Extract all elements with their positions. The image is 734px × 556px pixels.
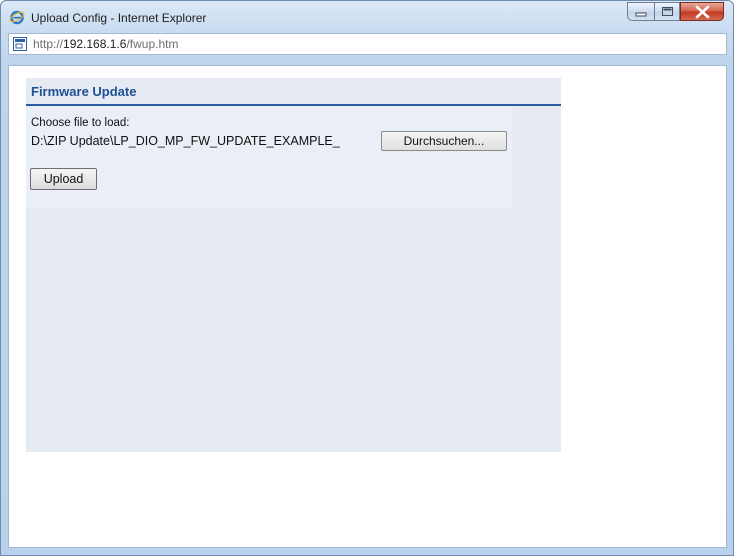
firmware-update-panel: Firmware Update Choose file to load: D:\… — [26, 78, 561, 452]
browser-window: Upload Config - Internet Explorer http:/… — [0, 0, 734, 556]
page-content: Firmware Update Choose file to load: D:\… — [8, 65, 727, 548]
url-text: http://192.168.1.6/fwup.htm — [33, 37, 178, 51]
close-icon — [695, 5, 710, 19]
url-path: /fwup.htm — [126, 37, 179, 51]
minimize-icon — [635, 12, 647, 17]
file-path-field[interactable]: D:\ZIP Update\LP_DIO_MP_FW_UPDATE_EXAMPL… — [30, 131, 381, 151]
upload-form: Choose file to load: D:\ZIP Update\LP_DI… — [26, 106, 513, 208]
maximize-button[interactable] — [654, 2, 680, 21]
window-title: Upload Config - Internet Explorer — [31, 11, 207, 25]
upload-button[interactable]: Upload — [30, 168, 97, 190]
browse-button[interactable]: Durchsuchen... — [381, 131, 507, 151]
page-icon — [13, 37, 27, 51]
panel-title: Firmware Update — [31, 84, 137, 99]
choose-file-label: Choose file to load: — [31, 117, 130, 129]
internet-explorer-icon — [9, 10, 25, 25]
address-bar[interactable]: http://192.168.1.6/fwup.htm — [8, 33, 727, 55]
minimize-button[interactable] — [627, 2, 654, 21]
maximize-icon — [662, 7, 673, 16]
title-bar[interactable]: Upload Config - Internet Explorer — [1, 1, 733, 33]
close-button[interactable] — [680, 2, 724, 21]
url-prefix: http:// — [33, 37, 64, 51]
url-host: 192.168.1.6 — [63, 37, 127, 51]
